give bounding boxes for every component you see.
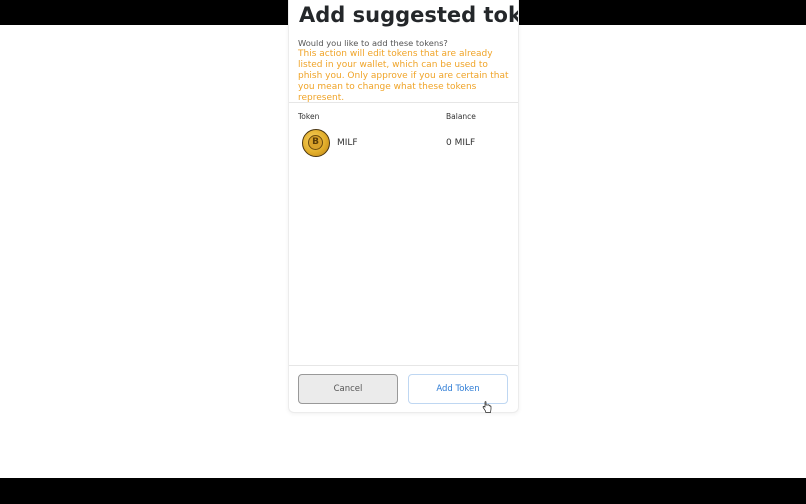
confirm-question: Would you like to add these tokens?	[298, 38, 448, 48]
cancel-button[interactable]: Cancel	[298, 374, 398, 404]
hand-cursor-icon	[482, 401, 492, 413]
token-column-header: Token	[298, 112, 320, 121]
token-row: B MILF 0 MILF	[289, 126, 518, 162]
footer-divider	[289, 365, 518, 366]
dialog-title: Add suggested tokens	[299, 3, 519, 27]
phishing-warning: This action will edit tokens that are al…	[298, 49, 509, 103]
token-balance: 0 MILF	[446, 138, 476, 148]
add-token-button[interactable]: Add Token	[408, 374, 508, 404]
token-coin-icon: B	[302, 129, 330, 157]
header-divider	[289, 102, 518, 103]
token-symbol: MILF	[337, 138, 358, 148]
bottom-letterbox	[0, 478, 806, 504]
balance-column-header: Balance	[446, 112, 476, 121]
add-suggested-tokens-dialog: Add suggested tokens Would you like to a…	[288, 0, 519, 413]
